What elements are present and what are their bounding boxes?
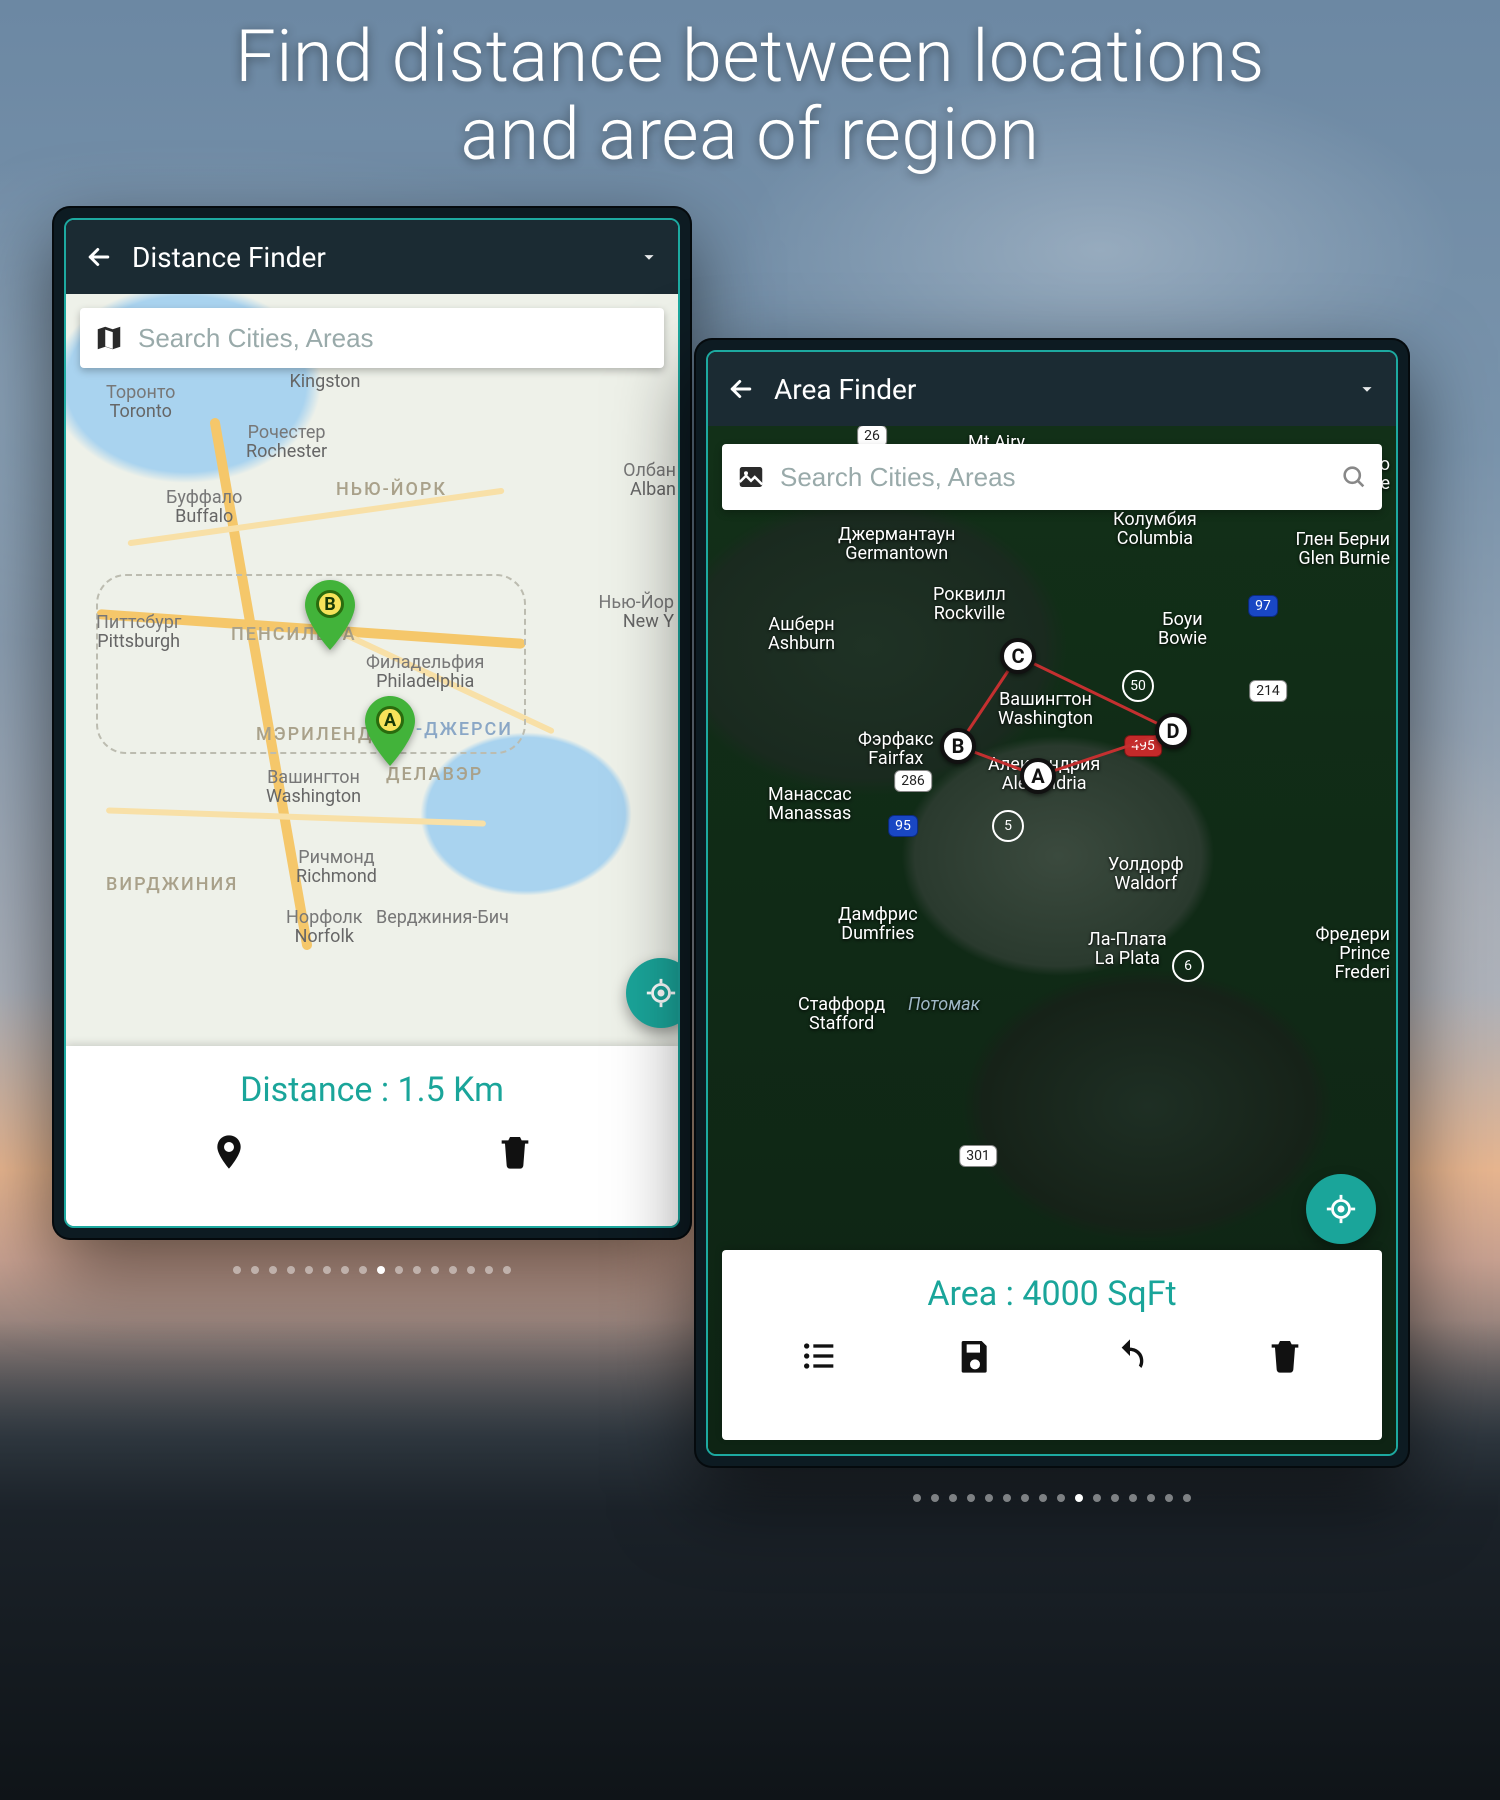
back-icon[interactable] bbox=[84, 242, 114, 272]
map-region: ДЕЛАВЭР bbox=[386, 764, 483, 785]
sat-label: Columbia bbox=[1113, 530, 1197, 549]
sat-label: Manassas bbox=[768, 805, 852, 824]
sat-label: Fairfax bbox=[858, 750, 934, 769]
route-shield: 5 bbox=[992, 810, 1024, 842]
appbar-title: Distance Finder bbox=[132, 241, 620, 274]
back-icon[interactable] bbox=[726, 374, 756, 404]
delete-icon[interactable] bbox=[495, 1132, 535, 1172]
image-icon bbox=[736, 462, 766, 492]
dropdown-icon[interactable] bbox=[638, 246, 660, 268]
bottom-panel: Area : 4000 SqFt bbox=[722, 1250, 1382, 1440]
search-input[interactable] bbox=[138, 323, 650, 354]
node-b[interactable]: B bbox=[940, 728, 976, 764]
sat-label: La Plata bbox=[1088, 950, 1167, 969]
tool-row bbox=[76, 1126, 668, 1182]
map-label: New Y bbox=[599, 613, 675, 632]
map-region: -ДЖЕРСИ bbox=[416, 719, 513, 740]
marker-tool-icon[interactable] bbox=[209, 1132, 249, 1172]
map-region: ВИРДЖИНИЯ bbox=[106, 874, 238, 895]
map-label: Pittsburgh bbox=[96, 633, 181, 652]
tool-row bbox=[732, 1330, 1372, 1386]
sat-label: Germantown bbox=[838, 545, 955, 564]
route-shield: 286 bbox=[894, 770, 932, 792]
area-metric: Area : 4000 SqFt bbox=[732, 1264, 1372, 1330]
headline: Find distance between locations and area… bbox=[0, 18, 1500, 174]
map-label: Kingston bbox=[286, 373, 364, 392]
map-pin-a[interactable]: A bbox=[364, 696, 416, 766]
map-label: Washington bbox=[266, 788, 361, 807]
sat-label: Waldorf bbox=[1108, 875, 1184, 894]
headline-line-2: and area of region bbox=[461, 92, 1040, 177]
map-label: Rochester bbox=[246, 443, 327, 462]
device-screen: Area Finder Mt Airy БалтимоBaltimore Дже… bbox=[708, 352, 1396, 1454]
appbar-title: Area Finder bbox=[774, 373, 1338, 406]
device-area-finder: Area Finder Mt Airy БалтимоBaltimore Дже… bbox=[694, 338, 1410, 1468]
map-icon bbox=[94, 323, 124, 353]
map-region: МЭРИЛЕНД bbox=[256, 724, 373, 745]
map-label: Alban bbox=[623, 481, 676, 500]
sat-label: Потомак bbox=[908, 994, 980, 1015]
sat-label: Stafford bbox=[798, 1015, 885, 1034]
map-container[interactable]: Mt Airy БалтимоBaltimore ДжермантаунGerm… bbox=[708, 426, 1396, 1454]
device-distance-finder: Distance Finder ТоронтоToronto Кингсто bbox=[52, 206, 692, 1240]
dropdown-icon[interactable] bbox=[1356, 378, 1378, 400]
map-region: НЬЮ-ЙОРК bbox=[336, 479, 447, 500]
sat-label: Glen Burnie bbox=[1296, 550, 1390, 569]
delete-icon[interactable] bbox=[1265, 1336, 1305, 1376]
node-d[interactable]: D bbox=[1155, 713, 1191, 749]
map-label: Buffalo bbox=[166, 508, 242, 527]
headline-line-1: Find distance between locations bbox=[235, 14, 1265, 99]
sat-label: Ashburn bbox=[768, 635, 835, 654]
carousel-dots bbox=[52, 1266, 692, 1274]
distance-metric: Distance : 1.5 Km bbox=[76, 1060, 668, 1126]
sat-label: Bowie bbox=[1158, 630, 1207, 649]
search-input[interactable] bbox=[780, 462, 1326, 493]
list-icon[interactable] bbox=[800, 1336, 840, 1376]
map-pin-b[interactable]: B bbox=[304, 580, 356, 650]
node-c[interactable]: C bbox=[1000, 638, 1036, 674]
pin-letter: A bbox=[376, 706, 404, 734]
map-label: Norfolk bbox=[286, 928, 363, 947]
map-label: Верджиния-Бич bbox=[376, 909, 509, 928]
pin-letter: B bbox=[316, 590, 344, 618]
route-shield: 6 bbox=[1172, 950, 1204, 982]
promo-stage: Find distance between locations and area… bbox=[0, 0, 1500, 1800]
sat-label: Prince Frederi bbox=[1316, 945, 1390, 983]
route-shield: 214 bbox=[1249, 680, 1287, 702]
search-bar[interactable] bbox=[722, 444, 1382, 510]
interstate-shield: 95 bbox=[888, 815, 918, 837]
save-icon[interactable] bbox=[955, 1336, 995, 1376]
appbar: Area Finder bbox=[708, 352, 1396, 426]
route-shield: 50 bbox=[1122, 670, 1154, 702]
map-label: Philadelphia bbox=[366, 673, 484, 692]
sat-label: Washington bbox=[998, 710, 1093, 729]
sat-label: Rockville bbox=[933, 605, 1006, 624]
route-shield: 301 bbox=[959, 1145, 997, 1167]
device-screen: Distance Finder ТоронтоToronto Кингсто bbox=[66, 220, 678, 1226]
map-label: Richmond bbox=[296, 868, 377, 887]
appbar: Distance Finder bbox=[66, 220, 678, 294]
my-location-fab[interactable] bbox=[1306, 1174, 1376, 1244]
search-icon[interactable] bbox=[1340, 463, 1368, 491]
node-a[interactable]: A bbox=[1020, 758, 1056, 794]
bottom-panel: Distance : 1.5 Km bbox=[66, 1046, 678, 1226]
map-label: Toronto bbox=[106, 403, 175, 422]
carousel-dots bbox=[694, 1494, 1410, 1502]
search-bar[interactable] bbox=[80, 308, 664, 368]
undo-icon[interactable] bbox=[1110, 1336, 1150, 1376]
interstate-shield: 97 bbox=[1248, 595, 1278, 617]
sat-label: Dumfries bbox=[838, 925, 918, 944]
map-container[interactable]: ТоронтоToronto КингстонKingston Рочестер… bbox=[66, 294, 678, 1226]
